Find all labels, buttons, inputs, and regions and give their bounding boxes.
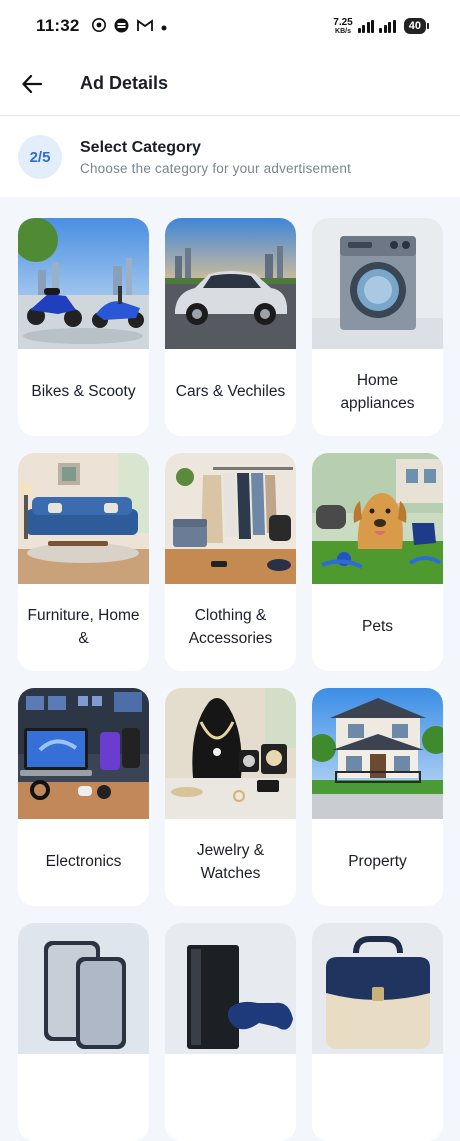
dot-icon	[161, 19, 167, 33]
category-card-electronics[interactable]: Electronics	[18, 688, 149, 906]
step-subtitle: Choose the category for your advertiseme…	[80, 160, 352, 176]
category-label: Property	[348, 853, 407, 871]
pets-image	[312, 453, 443, 584]
cars-image	[165, 218, 296, 349]
category-label	[18, 1054, 149, 1141]
category-card-bikes[interactable]: Bikes & Scooty	[18, 218, 149, 436]
status-right: 7.25 KB/s 40	[333, 16, 430, 35]
category-label	[312, 1054, 443, 1141]
appliances-image	[312, 218, 443, 349]
bags-image	[312, 923, 443, 1054]
battery-icon: 40	[403, 18, 430, 34]
category-label: Home appliances	[340, 372, 415, 412]
gmail-icon	[136, 18, 153, 34]
category-card-gaming[interactable]	[165, 923, 296, 1141]
step-title: Select Category	[80, 138, 201, 156]
back-button[interactable]	[0, 52, 64, 116]
property-image	[312, 688, 443, 819]
status-bar: 11:32 7.25 KB/s 40	[0, 0, 460, 52]
bikes-image	[18, 218, 149, 349]
category-label: Clothing & Accessories	[188, 607, 273, 647]
category-card-bags[interactable]	[312, 923, 443, 1141]
category-card-jewelry[interactable]: Jewelry & Watches	[165, 688, 296, 906]
arrow-left-icon	[22, 74, 42, 93]
category-label: Cars & Vechiles	[175, 383, 286, 401]
net-speed-value: 7.25	[333, 16, 353, 28]
category-card-phones[interactable]	[18, 923, 149, 1141]
network-speed: 7.25 KB/s	[333, 16, 353, 35]
jewelry-image	[165, 688, 296, 819]
category-grid: Bikes & Scooty Cars & Vechiles Home appl…	[18, 218, 444, 1141]
category-card-property[interactable]: Property	[312, 688, 443, 906]
app-icon	[114, 18, 129, 35]
net-speed-unit: KB/s	[335, 27, 351, 35]
chrome-icon	[91, 18, 106, 34]
furniture-image	[18, 453, 149, 584]
clothing-image	[165, 453, 296, 584]
category-label: Bikes & Scooty	[31, 383, 136, 401]
page-title: Ad Details	[80, 73, 169, 93]
notification-icons	[91, 18, 167, 35]
category-label: Pets	[361, 618, 393, 636]
electronics-image	[18, 688, 149, 819]
category-card-cars[interactable]: Cars & Vechiles	[165, 218, 296, 436]
step-indicator: 2/5 Select Category Choose the category …	[0, 117, 460, 197]
category-label: Electronics	[45, 853, 122, 871]
category-label: Furniture, Home &	[27, 607, 140, 647]
status-time: 11:32	[36, 16, 80, 35]
app-header: Ad Details	[0, 52, 460, 116]
step-badge: 2/5	[18, 135, 62, 179]
category-card-home-appliances[interactable]: Home appliances	[312, 218, 443, 436]
gaming-image	[165, 923, 296, 1054]
category-card-furniture[interactable]: Furniture, Home &	[18, 453, 149, 671]
category-label	[165, 1054, 296, 1141]
signal-icon	[357, 19, 375, 33]
category-card-clothing[interactable]: Clothing & Accessories	[165, 453, 296, 671]
category-card-pets[interactable]: Pets	[312, 453, 443, 671]
category-label: Jewelry & Watches	[196, 842, 265, 882]
signal-icon	[379, 19, 396, 33]
phones-image	[18, 923, 149, 1054]
